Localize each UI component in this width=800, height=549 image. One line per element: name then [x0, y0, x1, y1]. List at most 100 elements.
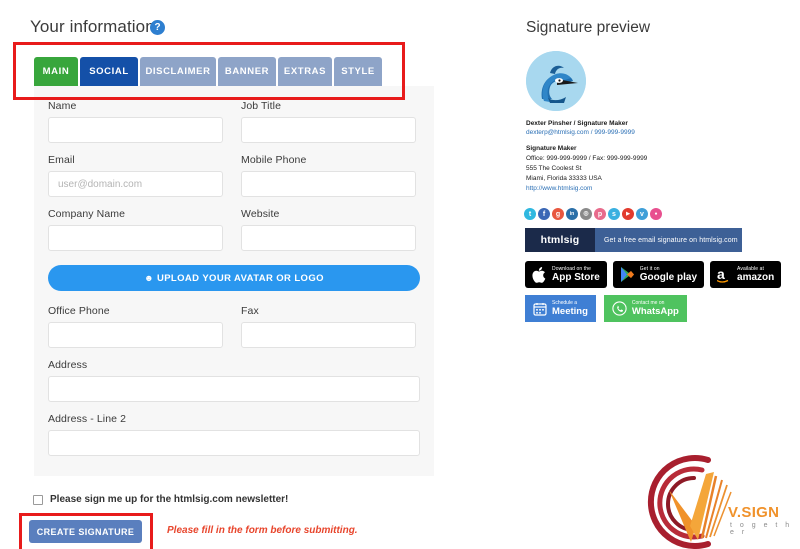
- label-job-title: Job Title: [241, 100, 282, 112]
- field-address: Address: [48, 359, 420, 402]
- google-plus-icon[interactable]: g: [552, 208, 564, 220]
- youtube-icon[interactable]: ▶: [622, 208, 634, 220]
- app-root: Your information ? MAIN SOCIAL DISCLAIME…: [0, 0, 800, 549]
- signature-website-link[interactable]: http://www.htmlsig.com: [526, 184, 776, 194]
- input-job-title[interactable]: [241, 117, 416, 143]
- help-question-icon[interactable]: ?: [150, 20, 165, 35]
- signature-company: Signature Maker: [526, 145, 577, 152]
- htmlsig-promo-banner[interactable]: htmlsig Get a free email signature on ht…: [525, 228, 742, 252]
- field-row-name: Name Job Title: [48, 100, 420, 154]
- htmlsig-banner-text: Get a free email signature on htmlsig.co…: [595, 228, 742, 252]
- schedule-meeting-button[interactable]: Schedule a Meeting: [525, 295, 596, 322]
- newsletter-optin[interactable]: Please sign me up for the htmlsig.com ne…: [33, 494, 288, 505]
- label-address-line2: Address - Line 2: [48, 413, 127, 425]
- google-play-badge[interactable]: Get it on Google play: [612, 261, 705, 288]
- play-triangle-icon: [620, 267, 634, 282]
- label-mobile-phone: Mobile Phone: [241, 154, 307, 166]
- input-fax[interactable]: [241, 322, 416, 348]
- tab-extras[interactable]: EXTRAS: [278, 57, 332, 86]
- form-column: Your information ? MAIN SOCIAL DISCLAIME…: [0, 0, 470, 549]
- field-address-line2: Address - Line 2: [48, 413, 420, 456]
- upload-icon: ☻: [144, 272, 154, 283]
- signature-spacer: [526, 137, 776, 144]
- field-website: Website: [241, 208, 416, 251]
- input-address[interactable]: [48, 376, 420, 402]
- whatsapp-phone-icon: [612, 301, 627, 316]
- svg-text:a: a: [717, 266, 725, 282]
- skype-icon[interactable]: s: [608, 208, 620, 220]
- label-fax: Fax: [241, 305, 259, 317]
- action-button-row: Schedule a Meeting Contact me on WhatsAp…: [525, 295, 687, 322]
- field-office-phone: Office Phone: [48, 305, 223, 348]
- amazon-badge[interactable]: a Available at amazon: [710, 261, 782, 288]
- signature-contact[interactable]: dexterp@htmlsig.com / 999-999-9999: [526, 128, 776, 137]
- signature-city: Miami, Florida 33333 USA: [526, 175, 602, 182]
- amazon-a-icon: a: [717, 266, 729, 283]
- signature-name: Dexter Pinsher / Signature Maker: [526, 120, 628, 127]
- field-fax: Fax: [241, 305, 416, 348]
- facebook-icon[interactable]: f: [538, 208, 550, 220]
- field-mobile-phone: Mobile Phone: [241, 154, 416, 197]
- validation-message: Please fill in the form before submittin…: [167, 525, 358, 536]
- field-email: Email: [48, 154, 223, 197]
- tab-disclaimer[interactable]: DISCLAIMER: [140, 57, 216, 86]
- social-icon-row: t f g in ◎ p s ▶ v ●: [524, 208, 662, 220]
- create-signature-button[interactable]: CREATE SIGNATURE: [29, 520, 142, 543]
- amazon-text: Available at amazon: [737, 266, 774, 283]
- input-website[interactable]: [241, 225, 416, 251]
- label-email: Email: [48, 154, 75, 166]
- tab-style[interactable]: STYLE: [334, 57, 382, 86]
- label-office-phone: Office Phone: [48, 305, 110, 317]
- tab-social[interactable]: SOCIAL: [80, 57, 138, 86]
- instagram-icon[interactable]: ◎: [580, 208, 592, 220]
- field-name: Name: [48, 100, 223, 143]
- newsletter-checkbox[interactable]: [33, 494, 43, 505]
- input-office-phone[interactable]: [48, 322, 223, 348]
- apple-icon: [532, 266, 546, 283]
- flickr-icon[interactable]: ●: [650, 208, 662, 220]
- whatsapp-big-label: WhatsApp: [631, 306, 679, 317]
- input-company-name[interactable]: [48, 225, 223, 251]
- google-play-big-label: Google play: [639, 272, 698, 283]
- app-store-badge[interactable]: Download on the App Store: [525, 261, 607, 288]
- field-company-name: Company Name: [48, 208, 223, 251]
- page-title: Your information: [30, 17, 155, 36]
- tab-banner[interactable]: BANNER: [218, 57, 276, 86]
- htmlsig-logo: htmlsig: [525, 228, 595, 252]
- google-play-text: Get it on Google play: [640, 266, 697, 283]
- newsletter-label: Please sign me up for the htmlsig.com ne…: [50, 494, 289, 505]
- whatsapp-text: Contact me on WhatsApp: [632, 300, 679, 317]
- label-address: Address: [48, 359, 88, 371]
- twitter-icon[interactable]: t: [524, 208, 536, 220]
- upload-avatar-label: UPLOAD YOUR AVATAR OR LOGO: [156, 272, 324, 284]
- tab-bar: MAIN SOCIAL DISCLAIMER BANNER EXTRAS STY…: [34, 57, 382, 86]
- field-row-company: Company Name Website: [48, 208, 420, 262]
- pinterest-icon[interactable]: p: [594, 208, 606, 220]
- app-store-big-label: App Store: [552, 272, 600, 283]
- label-company-name: Company Name: [48, 208, 126, 220]
- schedule-meeting-big-label: Meeting: [552, 306, 588, 317]
- signature-phones: Office: 999-999-9999 / Fax: 999-999-9999: [526, 155, 648, 162]
- field-job-title: Job Title: [241, 100, 416, 143]
- input-address-line2[interactable]: [48, 430, 420, 456]
- preview-title: Signature preview: [526, 19, 651, 36]
- upload-avatar-button[interactable]: ☻ UPLOAD YOUR AVATAR OR LOGO: [48, 265, 420, 291]
- tab-main[interactable]: MAIN: [34, 57, 78, 86]
- signature-street: 555 The Coolest St: [526, 165, 582, 172]
- whatsapp-button[interactable]: Contact me on WhatsApp: [603, 295, 687, 322]
- main-form-panel: Name Job Title Email Mobile Phone: [34, 86, 434, 476]
- vimeo-icon[interactable]: v: [636, 208, 648, 220]
- amazon-big-label: amazon: [737, 272, 775, 283]
- vsign-brand-text: V.SIGN: [728, 504, 780, 521]
- vsign-watermark-logo: V.SIGN t o g e t h e r: [636, 452, 800, 549]
- label-website: Website: [241, 208, 280, 220]
- vsign-tagline: t o g e t h e r: [730, 522, 793, 536]
- signature-text-block: Dexter Pinsher / Signature Maker dexterp…: [526, 119, 776, 194]
- input-email[interactable]: [48, 171, 223, 197]
- calendar-icon: [533, 302, 547, 316]
- input-mobile-phone[interactable]: [241, 171, 416, 197]
- store-badge-row: Download on the App Store Get it on Goog…: [525, 261, 782, 288]
- blue-jay-bird-avatar: [526, 51, 586, 111]
- input-name[interactable]: [48, 117, 223, 143]
- linkedin-icon[interactable]: in: [566, 208, 578, 220]
